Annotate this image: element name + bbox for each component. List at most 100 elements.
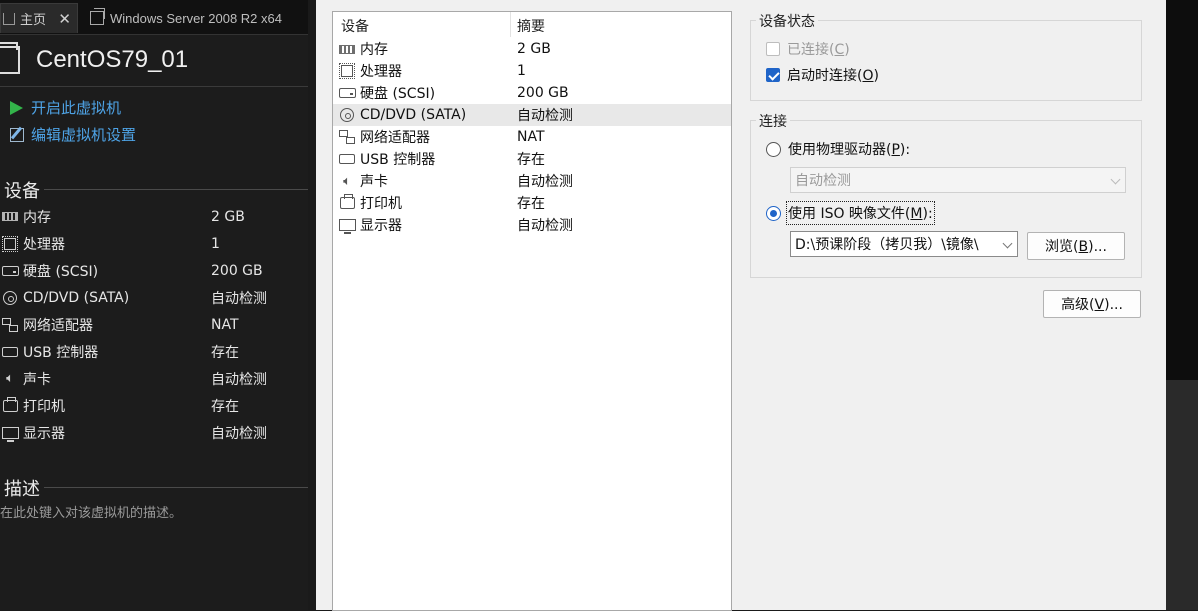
hardware-device-list[interactable]: 设备 摘要 内存 2 GB 处理器 1 硬盘 (SCSI) 200 GB CD/… [332,11,732,611]
device-status-group [750,20,1142,101]
sound-icon: 🔈︎ [6,371,14,386]
table-row[interactable]: 🔈︎ 声卡 自动检测 [333,170,731,192]
edit-settings-icon [10,127,28,142]
device-value: 存在 [211,344,239,361]
list-item[interactable]: CD/DVD (SATA) 自动检测 [0,284,308,311]
printer-icon [0,396,20,414]
background-window-edge [1166,0,1198,610]
connected-checkbox[interactable]: 已连接(C) [766,39,850,59]
tab-windows-server[interactable]: Windows Server 2008 R2 x64 [84,3,308,33]
hard-disk-icon [337,85,357,101]
device-name: USB 控制器 [360,152,436,168]
device-value: 自动检测 [211,371,267,388]
device-name: CD/DVD (SATA) [360,107,467,123]
network-adapter-icon [0,317,20,333]
description-placeholder[interactable]: 在此处键入对该虚拟机的描述。 [0,502,182,521]
device-summary: 1 [517,63,526,79]
description-heading: 描述 [4,479,40,500]
close-icon[interactable]: ✕ [58,10,71,28]
device-name: 内存 [23,209,51,226]
browse-button[interactable]: 浏览(B)... [1027,232,1125,260]
vm-icon [0,42,20,74]
usb-icon [337,151,357,167]
devices-heading-rule [44,189,308,190]
device-value: 自动检测 [211,425,267,442]
tab-home[interactable]: 主页 ✕ [0,3,78,33]
hard-disk-icon [0,263,20,279]
tab-windows-server-label: Windows Server 2008 R2 x64 [110,10,282,26]
connected-label: 已连接(C) [787,42,850,58]
chevron-down-icon[interactable] [1002,238,1013,249]
display-icon [0,425,20,442]
table-row[interactable]: 硬盘 (SCSI) 200 GB [333,82,731,104]
device-name: 硬盘 (SCSI) [360,86,436,102]
device-list-header: 设备 摘要 [333,12,731,37]
header-divider [0,86,308,87]
vm-tab-icon [90,8,105,25]
cd-dvd-icon [0,290,20,306]
table-row[interactable]: 网络适配器 NAT [333,126,731,148]
list-item[interactable]: USB 控制器 存在 [0,338,308,365]
list-item[interactable]: 硬盘 (SCSI) 200 GB [0,257,308,284]
iso-path-combo[interactable]: D:\预课阶段（拷贝我）\镜像\ [790,231,1018,257]
power-on-vm-label: 开启此虚拟机 [31,99,122,117]
column-header-device[interactable]: 设备 [333,12,511,37]
device-name: 网络适配器 [360,130,430,146]
table-row[interactable]: 显示器 自动检测 [333,214,731,236]
use-physical-drive-radio[interactable]: 使用物理驱动器(P): [766,139,910,159]
table-row-selected[interactable]: CD/DVD (SATA) 自动检测 [333,104,731,126]
device-name: 硬盘 (SCSI) [23,263,99,280]
tab-bar: 主页 ✕ Windows Server 2008 R2 x64 [0,0,308,35]
use-iso-image-radio-button[interactable] [766,205,781,221]
device-summary: 存在 [517,152,545,168]
vm-summary-panel: 主页 ✕ Windows Server 2008 R2 x64 CentOS79… [0,0,308,610]
description-heading-rule [44,487,308,488]
list-item[interactable]: 显示器 自动检测 [0,419,308,446]
devices-heading: 设备 [4,181,40,202]
table-row[interactable]: USB 控制器 存在 [333,148,731,170]
column-header-summary[interactable]: 摘要 [511,12,545,37]
device-name: 显示器 [360,218,402,234]
device-summary: 存在 [517,196,545,212]
edit-vm-settings-link[interactable]: 编辑虚拟机设置 [10,124,136,145]
table-row[interactable]: 处理器 1 [333,60,731,82]
connect-at-power-on-checkbox[interactable]: 启动时连接(O) [766,65,879,85]
connected-checkbox-box[interactable] [766,42,780,56]
device-name: 网络适配器 [23,317,93,334]
device-summary: NAT [517,129,545,145]
display-icon [337,217,357,234]
use-physical-drive-radio-button[interactable] [766,141,781,157]
list-item[interactable]: 打印机 存在 [0,392,308,419]
device-summary: 自动检测 [517,108,573,124]
browse-label: 浏览(B)... [1045,239,1107,255]
list-item[interactable]: 处理器 1 [0,230,308,257]
table-row[interactable]: 内存 2 GB [333,38,731,60]
device-value: 2 GB [211,208,245,225]
cd-dvd-icon [337,107,357,123]
device-name: 声卡 [23,371,51,388]
list-item[interactable]: 🔈︎ 声卡 自动检测 [0,365,308,392]
processor-icon [337,63,357,79]
device-name: 声卡 [360,174,388,190]
memory-icon [337,41,357,57]
advanced-button[interactable]: 高级(V)... [1043,290,1141,318]
vm-name: CentOS79_01 [36,46,189,73]
connect-at-power-on-label: 启动时连接(O) [787,68,879,84]
table-row[interactable]: 打印机 存在 [333,192,731,214]
physical-drive-select[interactable]: 自动检测 [790,167,1126,193]
use-iso-image-label: 使用 ISO 映像文件(M): [786,201,935,225]
printer-icon [337,194,357,211]
device-name: 内存 [360,42,388,58]
list-item[interactable]: 网络适配器 NAT [0,311,308,338]
device-value: NAT [211,316,239,333]
vm-device-list: 内存 2 GB 处理器 1 硬盘 (SCSI) 200 GB CD/DVD (S… [0,203,308,446]
memory-icon [0,209,20,225]
play-icon [10,100,28,115]
list-item[interactable]: 内存 2 GB [0,203,308,230]
use-iso-image-radio[interactable]: 使用 ISO 映像文件(M): [766,201,935,225]
power-on-vm-link[interactable]: 开启此虚拟机 [10,97,121,118]
network-adapter-icon [337,129,357,145]
connect-at-power-on-checkbox-box[interactable] [766,68,780,82]
device-status-title: 设备状态 [756,11,818,31]
device-value: 200 GB [211,262,263,279]
